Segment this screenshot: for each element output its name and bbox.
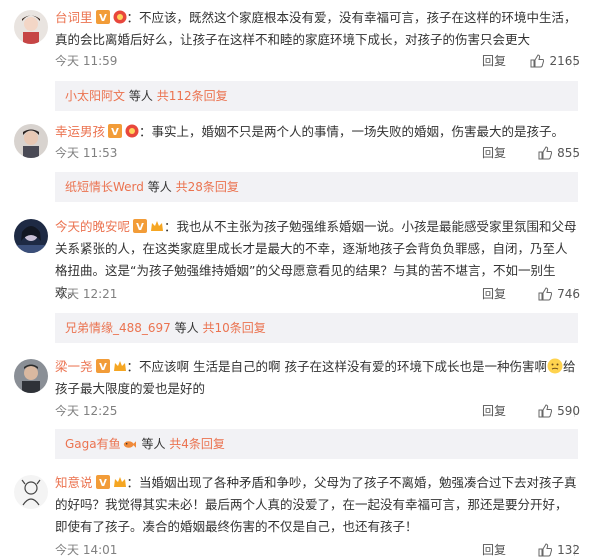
reply-button[interactable]: 回复 — [482, 286, 506, 302]
timestamp: 今天 11:53 — [55, 146, 118, 160]
reply-count-link[interactable]: 共112条回复 — [157, 89, 228, 103]
reply-text: 等人 — [147, 180, 172, 194]
reply-count-link[interactable]: 共28条回复 — [176, 180, 239, 194]
fish-emoji-icon — [123, 441, 136, 448]
reply-button[interactable]: 回复 — [482, 53, 506, 69]
reply-button[interactable]: 回复 — [482, 403, 506, 419]
timestamp: 今天 12:21 — [55, 287, 118, 301]
comment-meta: 今天 14:01 回复 132 — [55, 542, 580, 558]
verified-v-icon: V — [95, 359, 110, 373]
like-button[interactable]: 132 — [538, 542, 580, 558]
like-count: 2165 — [549, 54, 580, 68]
member-badge-icon — [125, 124, 139, 138]
like-button[interactable]: 2165 — [530, 53, 580, 69]
reply-username[interactable]: 纸短情长Werd — [65, 180, 144, 194]
timestamp: 今天 12:25 — [55, 404, 118, 418]
verified-v-icon: V — [95, 475, 110, 489]
reply-username[interactable]: 小太阳阿文 — [65, 89, 125, 103]
avatar[interactable] — [14, 475, 48, 509]
username-link[interactable]: 今天的晚安呢 — [55, 219, 130, 234]
member-crown-icon — [151, 221, 164, 231]
thumbs-up-icon — [538, 404, 553, 418]
avatar[interactable] — [14, 124, 48, 158]
comment-feed: 台词里 V ：不应该，既然这个家庭根本没有爱，没有幸福可言，孩子在这样的环境中生活，… — [0, 0, 592, 557]
like-button[interactable]: 855 — [538, 145, 580, 161]
comment-body: ：不应该，既然这个家庭根本没有爱，没有幸福可言，孩子在这样的环境中生活，真的会比… — [55, 10, 577, 47]
member-crown-icon — [113, 477, 126, 487]
username-link[interactable]: 幸运男孩 — [55, 124, 105, 139]
svg-text:V: V — [136, 222, 144, 233]
thumbs-up-icon — [538, 287, 553, 301]
comment-meta: 今天 11:59 回复 2165 — [55, 53, 580, 69]
avatar[interactable] — [14, 359, 48, 393]
svg-text:V: V — [99, 362, 107, 373]
verified-v-icon: V — [95, 10, 110, 24]
comment-meta: 今天 12:25 回复 590 — [55, 403, 580, 419]
thumbs-up-icon — [538, 543, 553, 557]
comment-meta: 今天 12:21 回复 746 — [55, 286, 580, 302]
comment-meta: 今天 11:53 回复 855 — [55, 145, 580, 161]
emoji-icon — [547, 358, 563, 374]
like-count: 746 — [557, 287, 580, 301]
reply-summary[interactable]: 兄弟情缘_488_697 等人 共10条回复 — [55, 313, 578, 343]
like-button[interactable]: 746 — [538, 286, 580, 302]
like-button[interactable]: 590 — [538, 403, 580, 419]
comment-text: 梁一尧 V ：不应该啊 生活是自己的啊 孩子在这样没有爱的环境下成长也是一种伤害啊给… — [55, 356, 578, 400]
reply-count-link[interactable]: 共10条回复 — [202, 321, 265, 335]
avatar[interactable] — [14, 10, 48, 44]
username-link[interactable]: 台词里 — [55, 10, 93, 25]
like-count: 855 — [557, 146, 580, 160]
reply-summary[interactable]: 纸短情长Werd 等人 共28条回复 — [55, 172, 578, 202]
reply-text: 等人 — [174, 321, 199, 335]
member-badge-icon — [113, 10, 127, 24]
comment-text: 知意说 V ：当婚姻出现了各种矛盾和争吵，父母为了孩子不离婚，勉强凑合过下去对孩子真… — [55, 472, 578, 538]
thumbs-up-icon — [538, 146, 553, 160]
svg-text:V: V — [99, 478, 107, 489]
verified-v-icon: V — [108, 124, 123, 138]
like-count: 132 — [557, 543, 580, 557]
comment-body: ：事实上，婚姻不只是两个人的事情，一场失败的婚姻，伤害最大的是孩子。 — [139, 124, 565, 139]
timestamp: 今天 14:01 — [55, 543, 118, 557]
comment-body: ：不应该啊 生活是自己的啊 孩子在这样没有爱的环境下成长也是一种伤害啊 — [126, 359, 547, 374]
reply-summary[interactable]: 小太阳阿文 等人 共112条回复 — [55, 81, 578, 111]
reply-username[interactable]: Gaga有鱼 — [65, 437, 121, 451]
username-link[interactable]: 梁一尧 — [55, 359, 93, 374]
member-crown-icon — [113, 361, 126, 371]
username-link[interactable]: 知意说 — [55, 475, 93, 490]
comment-text: 台词里 V ：不应该，既然这个家庭根本没有爱，没有幸福可言，孩子在这样的环境中生活，… — [55, 7, 578, 51]
reply-count-link[interactable]: 共4条回复 — [169, 437, 225, 451]
reply-button[interactable]: 回复 — [482, 145, 506, 161]
reply-username[interactable]: 兄弟情缘_488_697 — [65, 321, 171, 335]
svg-text:V: V — [99, 13, 107, 24]
reply-summary[interactable]: Gaga有鱼 等人 共4条回复 — [55, 429, 578, 459]
verified-v-icon: V — [133, 219, 148, 233]
thumbs-up-icon — [530, 54, 545, 68]
comment-text: 幸运男孩 V ：事实上，婚姻不只是两个人的事情，一场失败的婚姻，伤害最大的是孩子。 — [55, 121, 578, 143]
avatar[interactable] — [14, 219, 48, 253]
reply-text: 等人 — [128, 89, 153, 103]
reply-text: 等人 — [141, 437, 166, 451]
timestamp: 今天 11:59 — [55, 54, 118, 68]
comment-body: ：当婚姻出现了各种矛盾和争吵，父母为了孩子不离婚，勉强凑合过下去对孩子真的好吗？… — [55, 475, 577, 534]
svg-text:V: V — [111, 127, 119, 138]
reply-button[interactable]: 回复 — [482, 542, 506, 558]
like-count: 590 — [557, 404, 580, 418]
